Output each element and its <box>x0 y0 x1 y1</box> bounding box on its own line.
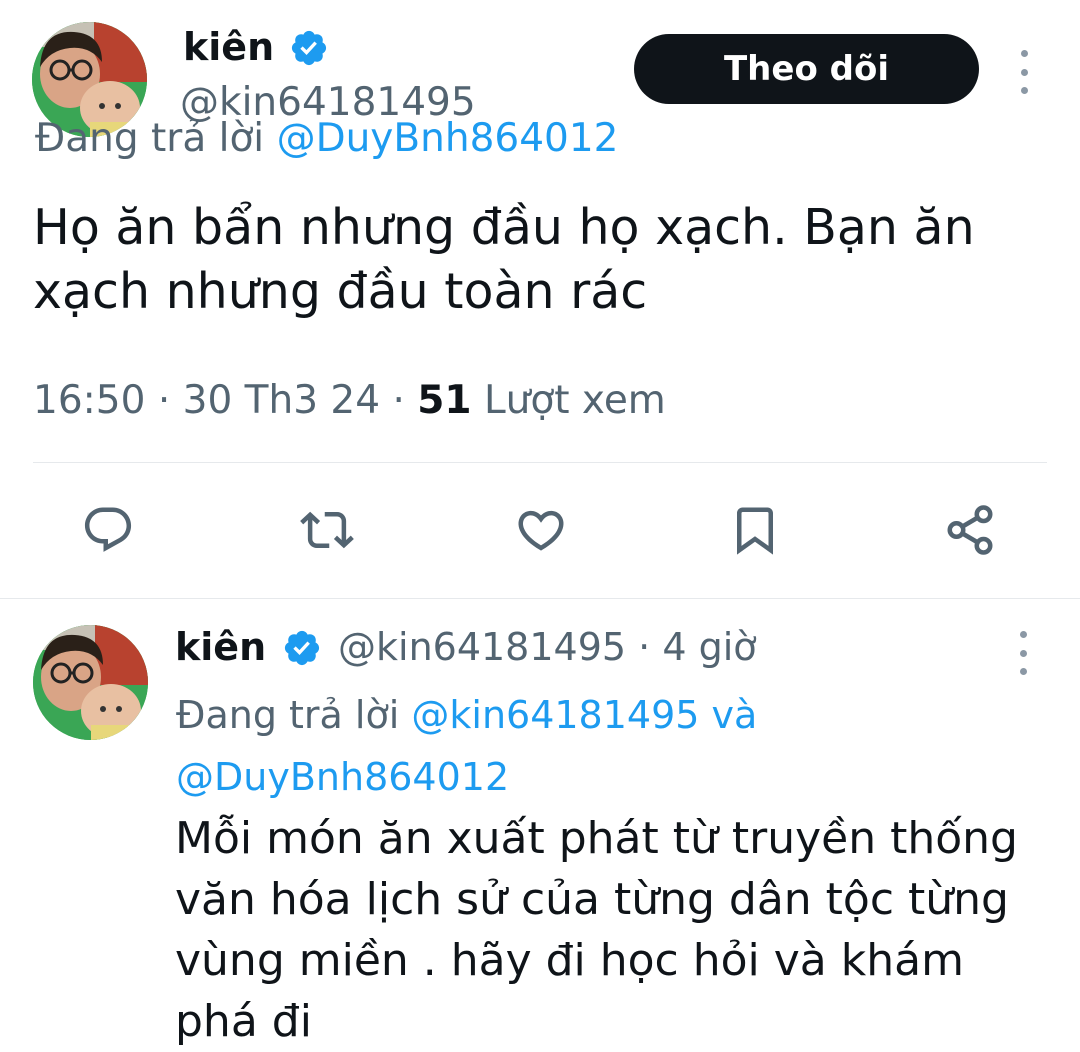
separator-dot: · <box>392 378 405 423</box>
retweet-button[interactable] <box>297 500 357 560</box>
display-name[interactable]: kiên <box>175 624 266 670</box>
reply-context: Đang trả lời @kin64181495 và @DuyBnh8640… <box>176 684 757 808</box>
mention-conjunction: và <box>711 693 758 737</box>
tweet-metadata: 16:50 · 30 Th3 24 · 51 Lượt xem <box>33 376 666 426</box>
more-options-icon[interactable] <box>1014 50 1034 94</box>
tweet-text: Họ ăn bẩn nhưng đầu họ xạch. Bạn ăn xạch… <box>33 199 975 320</box>
views-count: 51 <box>417 378 472 423</box>
reply-handle-line: @kin64181495 · 4 giờ <box>338 624 757 670</box>
main-tweet: kiên @kin64181495 Theo dõi Đang trả lời … <box>0 0 1080 599</box>
verified-badge-icon <box>291 30 327 66</box>
tweet-time-ago[interactable]: 4 giờ <box>662 625 756 669</box>
share-icon <box>947 505 993 555</box>
separator-dot: · <box>157 378 171 423</box>
mention-link[interactable]: @DuyBnh864012 <box>176 755 509 799</box>
tweet-text: Mỗi món ăn xuất phát từ truyền thống văn… <box>175 813 1018 1047</box>
reply-prefix: Đang trả lời <box>35 116 265 161</box>
mention-link[interactable]: @DuyBnh864012 <box>277 116 619 161</box>
tweet-time[interactable]: 16:50 <box>33 378 145 423</box>
mention-link[interactable]: @kin64181495 <box>411 693 699 737</box>
separator-dot: · <box>638 625 651 669</box>
reply-prefix: Đang trả lời <box>176 693 400 737</box>
share-button[interactable] <box>940 500 1000 560</box>
like-icon <box>518 510 564 551</box>
follow-button[interactable]: Theo dõi <box>634 34 979 104</box>
more-options-icon[interactable] <box>1013 631 1033 675</box>
bookmark-icon <box>737 507 773 555</box>
user-handle[interactable]: @kin64181495 <box>338 625 626 669</box>
avatar[interactable] <box>33 625 148 740</box>
retweet-icon <box>300 511 354 549</box>
views-label: Lượt xem <box>483 378 666 423</box>
bookmark-button[interactable] <box>725 500 785 560</box>
reply-button[interactable] <box>78 500 138 560</box>
display-name[interactable]: kiên <box>183 24 274 70</box>
divider <box>33 462 1047 463</box>
reply-context: Đang trả lời @DuyBnh864012 <box>35 115 618 163</box>
like-button[interactable] <box>511 500 571 560</box>
tweet-date[interactable]: 30 Th3 24 <box>183 378 380 423</box>
verified-badge-icon <box>284 630 320 666</box>
reply-icon <box>84 507 132 552</box>
